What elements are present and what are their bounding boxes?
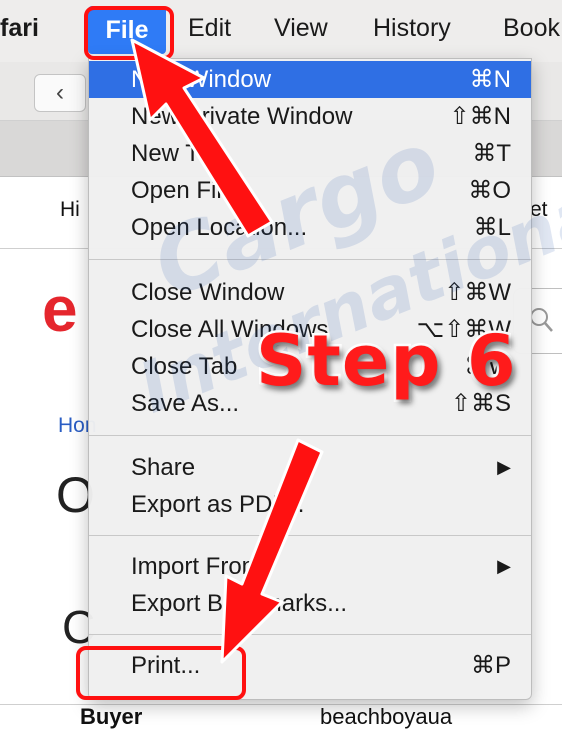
step-label: Step 6 xyxy=(254,318,519,405)
